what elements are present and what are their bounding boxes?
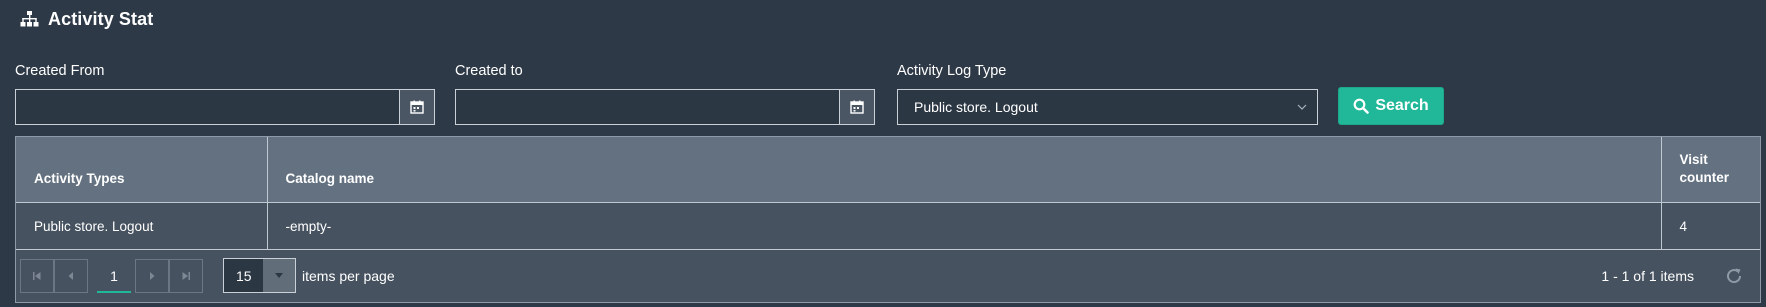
table-row[interactable]: Public store. Logout -empty- 4 [16,202,1760,250]
cell-catalog-name: -empty- [267,202,1662,250]
page-number-current[interactable]: 1 [96,259,132,293]
page-size-dropdown-button[interactable] [263,259,295,292]
activity-log-type-label: Activity Log Type [897,63,1007,79]
refresh-icon[interactable] [1723,265,1745,287]
calendar-icon [410,100,424,114]
page-size-select[interactable]: 15 [223,258,296,293]
last-page-icon [182,272,190,280]
items-per-page-label: items per page [302,268,395,284]
calendar-icon [850,100,864,114]
page-title: Activity Stat [48,8,154,29]
sitemap-icon [20,11,39,27]
created-to-input[interactable] [456,90,839,124]
visit-counter-header-text: Visit counter [1679,152,1730,186]
created-to-picker [455,89,875,125]
pager: 1 15 items per page 1 - 1 of 1 items [16,249,1760,302]
page-header: Activity Stat [20,7,153,31]
created-to-calendar-button[interactable] [839,90,874,124]
search-button-label: Search [1375,97,1429,114]
chevron-down-icon [1297,104,1307,110]
created-from-label: Created From [15,63,105,79]
created-from-input[interactable] [16,90,399,124]
caret-down-icon [275,272,283,278]
previous-page-icon [68,272,73,280]
search-icon [1353,98,1370,114]
previous-page-button[interactable] [54,259,88,293]
cell-visit-counter: 4 [1679,218,1688,234]
pager-range-info: 1 - 1 of 1 items [1601,268,1694,284]
last-page-button[interactable] [169,259,203,293]
created-to-label: Created to [455,63,523,79]
first-page-icon [33,272,41,280]
page-size-value: 15 [236,267,252,284]
next-page-button[interactable] [135,259,169,293]
column-header-activity-types[interactable]: Activity Types [16,137,268,202]
first-page-button[interactable] [20,259,54,293]
activity-log-type-select[interactable]: Public store. Logout [897,89,1318,125]
column-header-catalog-name[interactable]: Catalog name [267,137,1662,202]
activity-stat-table: Activity Types Catalog name Visit counte… [16,137,1760,250]
cell-activity-type: Public store. Logout [16,202,268,250]
column-header-visit-counter[interactable]: Visit counter [1661,137,1760,202]
created-from-picker [15,89,435,125]
table-header-row: Activity Types Catalog name Visit counte… [16,137,1760,202]
activity-log-type-value: Public store. Logout [914,99,1038,115]
search-button[interactable]: Search [1338,87,1444,125]
activity-stat-grid: Activity Types Catalog name Visit counte… [15,136,1761,303]
next-page-icon [150,272,155,280]
created-from-calendar-button[interactable] [399,90,434,124]
